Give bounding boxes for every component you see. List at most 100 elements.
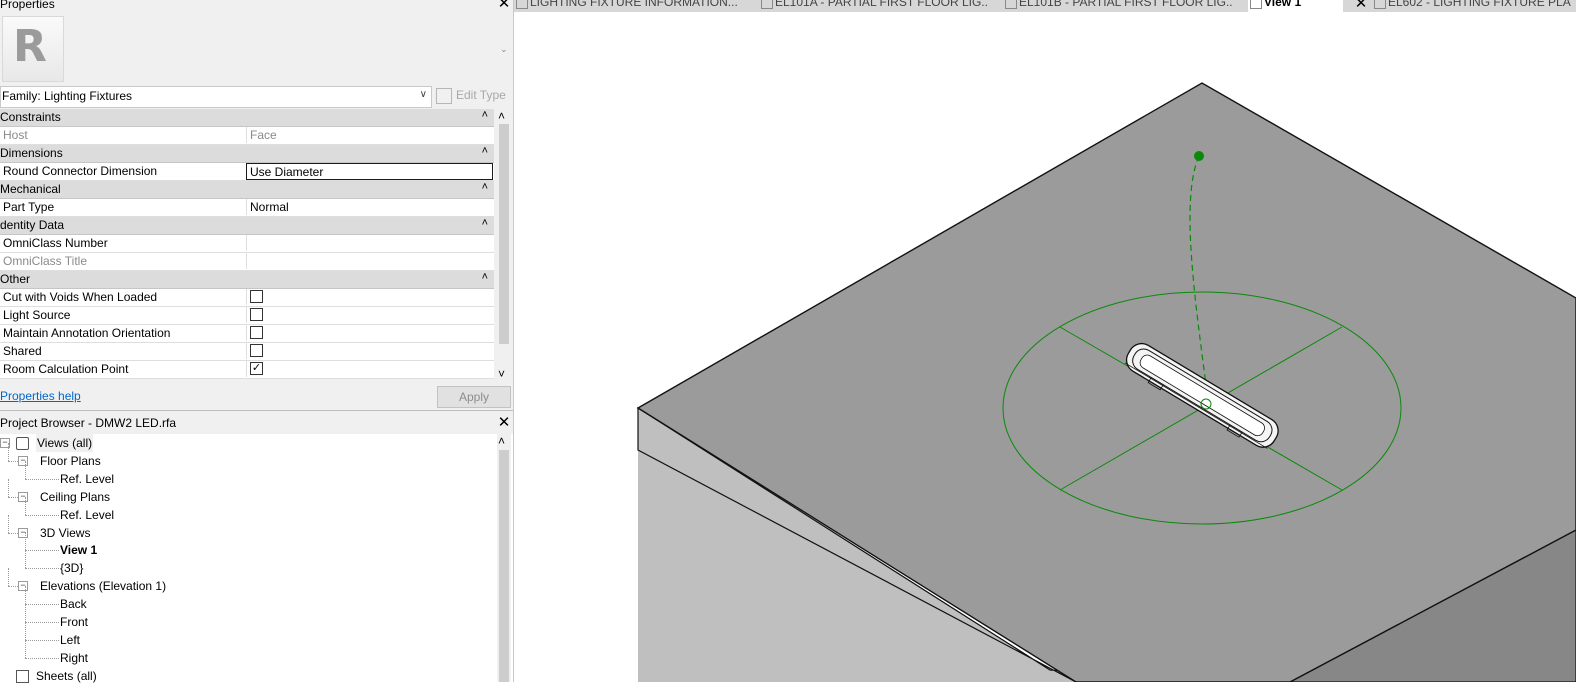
tree-guide [25, 639, 59, 641]
tree-collapse-icon[interactable]: − [18, 527, 28, 538]
tree-guide [25, 514, 59, 516]
scroll-down-icon[interactable]: ˅ [498, 367, 505, 381]
collapse-icon[interactable]: ˄ [482, 109, 488, 121]
property-row: Light Source [0, 307, 494, 325]
checkbox[interactable] [250, 326, 263, 339]
3d-viewport[interactable] [514, 12, 1576, 682]
tab-close-icon[interactable]: ✕ [1354, 0, 1368, 11]
sheet-icon [516, 0, 528, 9]
property-value[interactable] [246, 307, 493, 323]
property-value[interactable] [246, 343, 493, 359]
tree-guide [25, 604, 26, 622]
property-value[interactable]: ✓ [246, 361, 493, 377]
checkbox[interactable] [250, 308, 263, 321]
edit-type-icon [436, 88, 452, 104]
view-tab-label: EL101B - PARTIAL FIRST FLOOR LIG... [1019, 0, 1233, 9]
tree-node[interactable]: 3D Views [40, 524, 90, 542]
3d-scene[interactable] [514, 12, 1576, 682]
tree-guide [25, 604, 59, 606]
3d-view-icon [1250, 0, 1262, 9]
tree-node[interactable]: {3D} [60, 559, 83, 577]
tree-collapse-icon[interactable]: − [18, 455, 28, 466]
scroll-up-icon[interactable]: ˄ [498, 434, 505, 448]
property-row: Host Face [0, 127, 494, 145]
tree-guide [25, 657, 59, 659]
view-tab-label: LIGHTING FIXTURE INFORMATION... [530, 0, 738, 9]
project-browser-close-icon[interactable]: ✕ [497, 415, 511, 430]
view-tab[interactable]: EL602 - LIGHTING FIXTURE PLA [1372, 0, 1576, 12]
properties-close-icon[interactable]: ✕ [497, 0, 511, 11]
collapse-icon[interactable]: ˄ [482, 145, 488, 157]
sheet-icon [1005, 0, 1017, 9]
edit-type-button[interactable]: Edit Type [434, 86, 510, 106]
property-value[interactable]: Use Diameter [246, 163, 493, 180]
tree-guide [8, 460, 18, 462]
property-row: Round Connector Dimension Use Diameter [0, 163, 494, 181]
scroll-up-icon[interactable]: ˄ [498, 109, 505, 123]
view-tab[interactable]: EL101B - PARTIAL FIRST FLOOR LIG... [1003, 0, 1233, 12]
checked-checkbox[interactable]: ✓ [250, 362, 263, 375]
tree-guide [25, 550, 59, 552]
property-name: Part Type [3, 200, 55, 214]
checkbox[interactable] [250, 290, 263, 303]
property-value: Face [246, 127, 493, 143]
tree-node[interactable]: Ref. Level [60, 470, 114, 488]
property-row: Room Calculation Point ✓ [0, 361, 494, 379]
browser-scroll-thumb[interactable] [499, 450, 509, 682]
property-group-header[interactable]: Constraints ˄ [0, 109, 494, 127]
tree-node[interactable]: Views (all) [36, 434, 94, 452]
properties-help-link[interactable]: Properties help [0, 389, 81, 403]
tree-node[interactable]: Right [60, 649, 88, 667]
edit-type-label: Edit Type [456, 88, 506, 102]
checkbox[interactable] [250, 344, 263, 357]
property-value[interactable] [246, 325, 493, 341]
property-value [246, 253, 493, 269]
property-value-text: Face [250, 128, 277, 142]
type-selector[interactable] [0, 12, 513, 84]
property-group-header[interactable]: Dimensions ˄ [0, 145, 494, 163]
tree-collapse-icon[interactable]: − [18, 491, 28, 502]
tree-node[interactable]: Back [60, 595, 87, 613]
tree-node[interactable]: Elevations (Elevation 1) [40, 577, 166, 595]
view-tab-bar: LIGHTING FIXTURE INFORMATION... EL101A - … [514, 0, 1576, 12]
view-tab-label: EL602 - LIGHTING FIXTURE PLA [1388, 0, 1571, 9]
property-row: Shared [0, 343, 494, 361]
tree-collapse-icon[interactable]: − [18, 581, 28, 592]
tree-node[interactable]: Ref. Level [60, 506, 114, 524]
type-dropdown-icon[interactable]: ⌄ [500, 44, 508, 55]
property-group-header[interactable]: Other ˄ [0, 271, 494, 289]
tree-node[interactable]: Front [60, 613, 88, 631]
collapse-icon[interactable]: ˄ [482, 181, 488, 193]
apply-button[interactable]: Apply [437, 386, 511, 408]
property-row: Part Type Normal [0, 199, 494, 217]
tree-guide [25, 621, 26, 640]
tree-guide [8, 586, 18, 588]
collapse-icon[interactable]: ˄ [482, 271, 488, 283]
tree-node[interactable]: Floor Plans [40, 452, 101, 470]
tree-node[interactable]: View 1 [60, 541, 97, 559]
property-value-text: Use Diameter [250, 165, 324, 179]
sheet-icon [761, 0, 773, 9]
tree-node[interactable]: Left [60, 631, 80, 649]
property-group-name: Other [0, 272, 31, 286]
properties-scroll-thumb[interactable] [499, 124, 509, 344]
view-tab-label: View 1 [1264, 0, 1302, 9]
view-tab[interactable]: View 1 [1248, 0, 1343, 12]
view-tab[interactable]: LIGHTING FIXTURE INFORMATION... [514, 0, 744, 12]
property-group-header[interactable]: dentity Data ˄ [0, 217, 494, 235]
family-select[interactable]: Family: Lighting Fixtures ∨ [0, 86, 432, 108]
property-value[interactable] [246, 289, 493, 305]
property-name: OmniClass Title [3, 254, 88, 268]
property-value[interactable]: Normal [246, 199, 493, 215]
collapse-icon[interactable]: ˄ [482, 217, 488, 229]
tree-guide [25, 622, 59, 623]
tree-guide [25, 639, 26, 658]
property-name: Cut with Voids When Loaded [3, 290, 158, 304]
property-value[interactable] [246, 235, 493, 251]
property-group-name: Mechanical [0, 182, 61, 196]
property-value-text: Normal [250, 200, 289, 214]
tree-node[interactable]: Ceiling Plans [40, 488, 110, 506]
property-group-header[interactable]: Mechanical ˄ [0, 181, 494, 199]
view-tab[interactable]: EL101A - PARTIAL FIRST FLOOR LIG... [759, 0, 989, 12]
sheets-icon [16, 669, 29, 683]
